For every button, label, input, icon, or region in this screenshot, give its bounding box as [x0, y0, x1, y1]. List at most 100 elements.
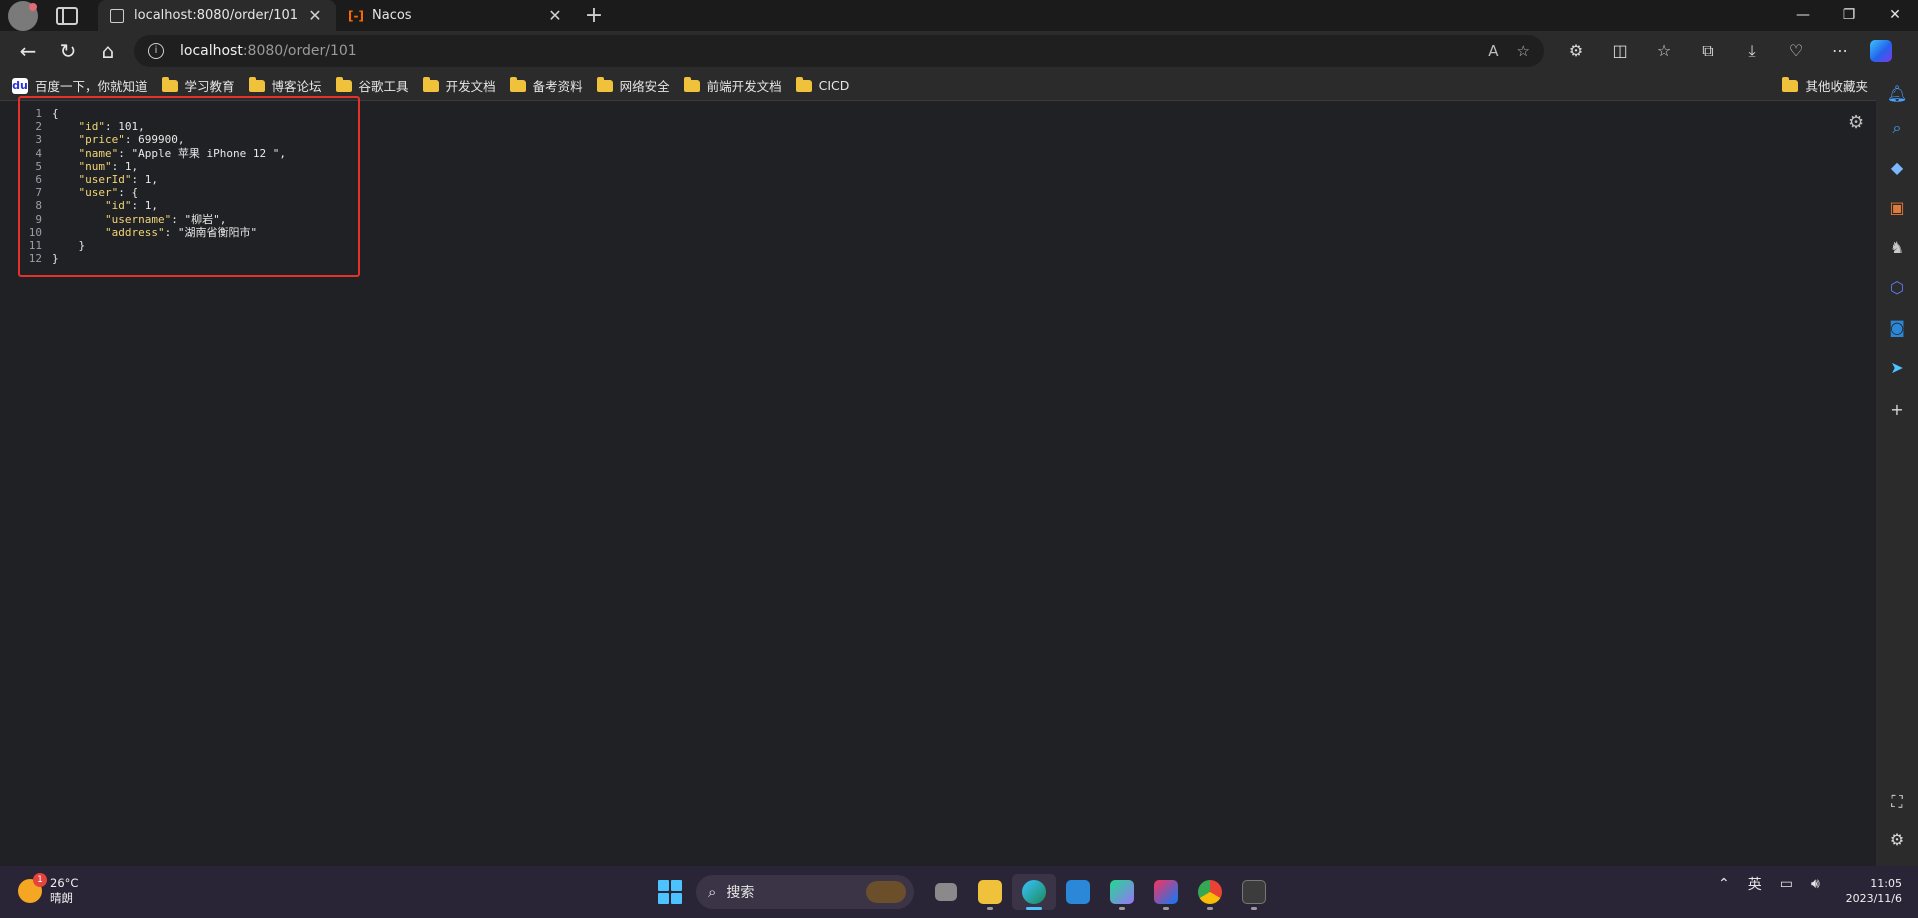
back-button[interactable]: ← [8, 31, 48, 71]
new-tab-button[interactable]: + [576, 1, 612, 31]
task-view-icon[interactable] [924, 874, 968, 910]
read-aloud-icon[interactable]: A [1488, 42, 1498, 60]
address-bar[interactable]: i localhost:8080/order/101 A ☆ [134, 35, 1544, 67]
json-line: 2 "id": 101, [24, 120, 286, 133]
volume-icon[interactable]: 🔊︎ [1811, 876, 1820, 892]
terminal-icon[interactable] [1232, 874, 1276, 910]
favorite-star-icon[interactable]: ☆ [1517, 42, 1530, 60]
bookmark-folder[interactable]: 开发文档 [422, 76, 496, 95]
bookmark-folder[interactable]: 前端开发文档 [683, 76, 782, 95]
sidebar-settings-icon[interactable]: ⚙ [1886, 829, 1908, 851]
profile-badge [29, 2, 37, 11]
chrome-icon[interactable] [1188, 874, 1232, 910]
tab-strip: localhost:8080/order/101 ✕ [-] Nacos ✕ +… [0, 0, 1918, 31]
json-text: "user": { [78, 186, 139, 200]
weather-badge: 1 [33, 873, 47, 887]
tab-nacos[interactable]: [-] Nacos ✕ [336, 0, 576, 31]
collections-icon[interactable]: ⧉ [1686, 41, 1730, 61]
bookmark-baidu[interactable]: du 百度一下，你就知道 [12, 76, 148, 95]
line-number: 6 [35, 173, 42, 187]
chess-icon[interactable]: ♞ [1886, 237, 1908, 259]
ime-indicator[interactable]: 英 [1748, 874, 1762, 894]
restore-button[interactable]: ❐ [1826, 0, 1872, 31]
downloads-icon[interactable]: ⤓ [1730, 41, 1774, 61]
split-screen-icon[interactable]: ◫ [1598, 41, 1642, 61]
favorites-icon[interactable]: ☆ [1642, 41, 1686, 61]
bookmark-label: 开发文档 [445, 79, 496, 94]
toolbox-icon[interactable]: ▣ [1886, 197, 1908, 219]
tab-actions-icon[interactable] [56, 6, 78, 25]
bookmark-folder[interactable]: 谷歌工具 [335, 76, 409, 95]
close-window-button[interactable]: ✕ [1872, 0, 1918, 31]
m365-icon[interactable]: ⬡ [1886, 277, 1908, 299]
line-number: 7 [35, 186, 42, 200]
system-tray: ⌃ 英 ▭ 🔊︎ [1718, 874, 1838, 894]
home-button[interactable]: ⌂ [88, 31, 128, 71]
close-icon[interactable]: ✕ [306, 6, 324, 25]
clock-date: 2023/11/6 [1845, 892, 1902, 905]
folder-icon [795, 76, 812, 92]
minimize-button[interactable]: — [1780, 0, 1826, 31]
file-explorer-icon[interactable] [968, 874, 1012, 910]
json-text: "name": "Apple 苹果 iPhone 12 ", [78, 146, 286, 160]
bookmark-folder[interactable]: 学习教育 [161, 76, 235, 95]
tab-order[interactable]: localhost:8080/order/101 ✕ [98, 0, 336, 31]
omnibox-actions: A ☆ [1488, 42, 1530, 60]
line-number: 12 [28, 252, 42, 266]
search-icon[interactable]: ⌕ [1886, 117, 1908, 139]
folder-icon [335, 76, 352, 92]
bell-icon[interactable]: 🔔︎ [1886, 83, 1908, 105]
bookmark-folder[interactable]: 博客论坛 [248, 76, 322, 95]
more-menu-icon[interactable]: ⋯ [1818, 41, 1862, 61]
intellij-icon[interactable] [1144, 874, 1188, 910]
profile-avatar[interactable] [8, 0, 38, 31]
bookmark-folder[interactable]: 备考资料 [509, 76, 583, 95]
close-icon[interactable]: ✕ [546, 6, 564, 25]
tag-icon[interactable]: ◆ [1886, 157, 1908, 179]
bookmark-label: CICD [818, 78, 850, 93]
bookmark-folder[interactable]: CICD [795, 76, 850, 93]
json-line: 8 "id": 1, [24, 199, 286, 212]
line-number: 9 [35, 212, 42, 226]
screen: localhost:8080/order/101 ✕ [-] Nacos ✕ +… [0, 0, 1918, 918]
json-line: 6 "userId": 1, [24, 173, 286, 186]
json-line: 4 "name": "Apple 苹果 iPhone 12 ", [24, 147, 286, 160]
outlook-icon[interactable]: ◙ [1886, 317, 1908, 339]
json-text: "id": 1, [104, 199, 158, 213]
bookmark-label: 其他收藏夹 [1805, 79, 1868, 94]
taskbar-apps [924, 874, 1276, 910]
search-placeholder: 搜索 [726, 885, 755, 901]
bookmark-other-folder[interactable]: 其他收藏夹 [1782, 76, 1868, 95]
edge-icon[interactable] [1012, 874, 1056, 910]
info-icon[interactable]: i [148, 43, 164, 59]
line-number: 4 [35, 146, 42, 160]
bookmark-folder[interactable]: 网络安全 [596, 76, 670, 95]
toolbar-icons: ⚙ ◫ ☆ ⧉ ⤓ ♡ ⋯ [1554, 41, 1862, 61]
bookmark-label: 博客论坛 [271, 79, 322, 94]
taskbar-search[interactable]: ⌕ 搜索 [696, 875, 914, 909]
refresh-button[interactable]: ↻ [48, 31, 88, 71]
json-text: "id": 101, [78, 120, 145, 134]
window-controls: — ❐ ✕ [1780, 0, 1918, 31]
send-icon[interactable]: ➤ [1886, 357, 1908, 379]
toolbar: ← ↻ ⌂ i localhost:8080/order/101 A ☆ ⚙ ◫… [0, 31, 1918, 71]
extensions-icon[interactable]: ⚙ [1554, 41, 1598, 61]
edge-sidebar: 🔔︎ ⌕ ◆ ▣ ♞ ⬡ ◙ ➤ + ⛶ ⚙ [1876, 71, 1918, 866]
line-number: 2 [35, 120, 42, 134]
chevron-up-icon[interactable]: ⌃ [1718, 876, 1730, 892]
network-icon[interactable]: ▭ [1780, 876, 1793, 892]
json-text: } [52, 252, 59, 266]
screenshot-icon[interactable]: ⛶ [1886, 791, 1908, 813]
weather-widget[interactable]: 1 26°C 晴朗 [18, 873, 78, 906]
clock[interactable]: 11:05 2023/11/6 [1840, 876, 1902, 906]
gear-icon[interactable]: ⚙ [1848, 112, 1864, 133]
add-icon[interactable]: + [1886, 399, 1908, 421]
copilot-icon[interactable] [1870, 40, 1892, 62]
line-number: 11 [28, 239, 42, 253]
store-icon[interactable] [1056, 874, 1100, 910]
performance-icon[interactable]: ♡ [1774, 41, 1818, 61]
windows-start-icon[interactable] [658, 880, 682, 904]
json-text: "address": "湖南省衡阳市" [104, 225, 258, 239]
datagrip-icon[interactable] [1100, 874, 1144, 910]
taskbar: 1 26°C 晴朗 ⌕ 搜索 ⌃ 英 ▭ 🔊︎ 11:05 2023/11/6 [0, 866, 1918, 918]
